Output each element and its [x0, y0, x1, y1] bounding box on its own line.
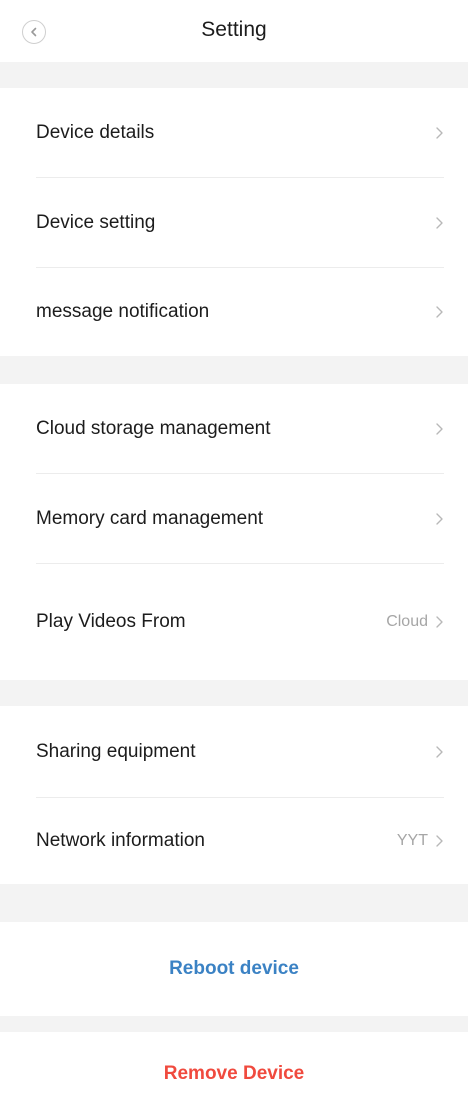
chevron-right-icon [434, 126, 444, 140]
row-label: Device setting [36, 212, 156, 233]
chevron-right-icon [434, 615, 444, 629]
row-cloud-storage[interactable]: Cloud storage management [0, 384, 468, 474]
row-sharing-equipment[interactable]: Sharing equipment [0, 706, 468, 798]
reboot-device-label: Reboot device [169, 958, 299, 979]
section-gap [0, 884, 468, 922]
row-device-setting[interactable]: Device setting [0, 178, 468, 268]
remove-device-label: Remove Device [163, 1063, 305, 1084]
chevron-right-icon [434, 512, 444, 526]
row-message-notification[interactable]: message notification [0, 268, 468, 356]
reboot-device-button[interactable]: Reboot device [0, 922, 468, 1016]
section-gap [0, 62, 468, 88]
row-network-information[interactable]: Network information YYT [0, 798, 468, 884]
chevron-right-icon [434, 745, 444, 759]
remove-device-button[interactable]: Remove Device [0, 1032, 468, 1116]
chevron-right-icon [434, 305, 444, 319]
row-value: Cloud [386, 613, 428, 630]
row-label: Device details [36, 122, 155, 143]
row-play-videos-from[interactable]: Play Videos From Cloud [0, 564, 468, 680]
row-label: Memory card management [36, 508, 264, 529]
section-gap [0, 356, 468, 384]
chevron-right-icon [434, 216, 444, 230]
row-value: YYT [396, 832, 428, 849]
chevron-right-icon [434, 422, 444, 436]
section-gap [0, 680, 468, 706]
row-label: Cloud storage management [36, 418, 271, 439]
row-device-details[interactable]: Device details [0, 88, 468, 178]
row-label: Network information [36, 830, 205, 851]
row-label: Play Videos From [36, 611, 186, 632]
row-memory-card[interactable]: Memory card management [0, 474, 468, 564]
header-bar: Setting [0, 0, 468, 62]
chevron-right-icon [434, 834, 444, 848]
row-label: Sharing equipment [36, 741, 196, 762]
section-gap [0, 1016, 468, 1032]
page-title: Setting [201, 18, 267, 41]
row-label: message notification [36, 301, 210, 322]
